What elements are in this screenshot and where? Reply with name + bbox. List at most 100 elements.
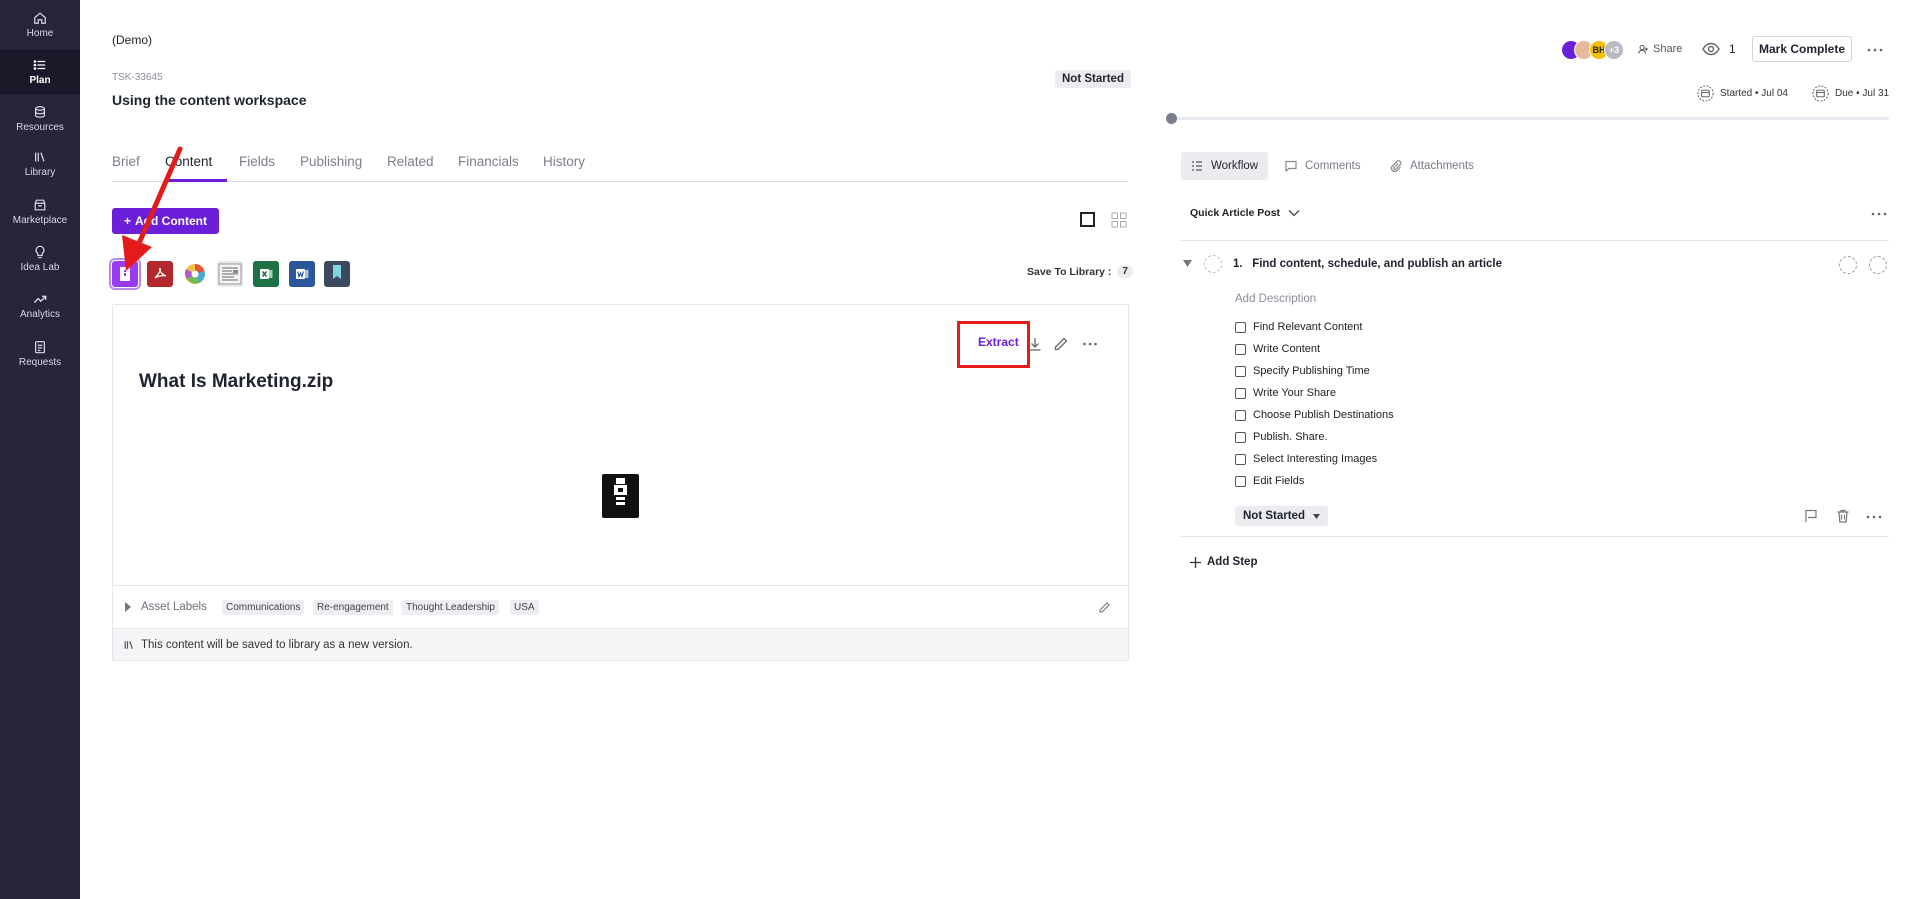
edit-pencil-icon[interactable] [1053, 336, 1069, 352]
tab-financials[interactable]: Financials [458, 154, 519, 169]
word-icon [296, 269, 309, 279]
nav-requests-label: Requests [18, 357, 62, 368]
caret-right-icon[interactable] [124, 602, 132, 612]
pdf-icon [154, 267, 167, 279]
workflow-more-icon[interactable] [1871, 212, 1887, 216]
checkbox[interactable] [1235, 365, 1246, 377]
task-id: TSK-33645 [112, 72, 163, 83]
user-share-icon [1638, 44, 1648, 54]
checklist-item-label: Publish. Share. [1253, 431, 1328, 443]
checkbox[interactable] [1235, 343, 1246, 355]
tab-brief[interactable]: Brief [112, 154, 140, 169]
step-calendar-icon[interactable] [1839, 256, 1857, 274]
save-to-library[interactable]: Save To Library : 7 [1027, 265, 1133, 278]
asset-thumb-color-wheel[interactable] [182, 261, 208, 287]
status-badge[interactable]: Not Started [1055, 70, 1131, 88]
nav-home[interactable]: Home [0, 3, 80, 47]
collaborator-avatars[interactable]: BH +3 [1561, 40, 1633, 60]
tab-content[interactable]: Content [165, 154, 212, 169]
asset-thumb-word[interactable] [289, 261, 315, 287]
watch-eye-icon[interactable] [1702, 42, 1720, 56]
asset-thumb-excel[interactable] [253, 261, 279, 287]
grid-view-icon[interactable] [1111, 212, 1127, 228]
caret-down-icon[interactable] [1183, 260, 1192, 267]
step-complete-toggle[interactable] [1204, 255, 1222, 273]
nav-requests[interactable]: Requests [0, 332, 80, 376]
checkbox[interactable] [1235, 431, 1246, 443]
step-status-dropdown[interactable]: Not Started [1235, 506, 1328, 526]
more-options-icon[interactable] [1867, 48, 1883, 52]
trend-icon [33, 295, 47, 303]
zip-file-icon [120, 267, 130, 281]
tab-fields[interactable]: Fields [239, 154, 275, 169]
step-status-label: Not Started [1243, 510, 1305, 522]
nav-plan[interactable]: Plan [0, 50, 80, 94]
add-description[interactable]: Add Description [1235, 293, 1316, 305]
timeline-handle[interactable] [1166, 113, 1177, 124]
download-icon[interactable] [1027, 336, 1043, 352]
checklist-item[interactable]: Write Content [1235, 342, 1320, 356]
nav-resources[interactable]: Resources [0, 97, 80, 141]
asset-thumb-zip[interactable] [109, 258, 141, 290]
workflow-name: Quick Article Post [1190, 207, 1281, 219]
label-chip: Communications [222, 600, 305, 615]
tab-attachments[interactable]: Attachments [1380, 152, 1484, 180]
asset-thumb-bookmark[interactable] [324, 261, 350, 287]
tab-comments[interactable]: Comments [1275, 152, 1371, 180]
step-assignee-icon[interactable] [1869, 256, 1887, 274]
step-title-text: Find content, schedule, and publish an a… [1252, 258, 1503, 270]
checkbox[interactable] [1235, 387, 1246, 399]
checkbox[interactable] [1235, 409, 1246, 421]
nav-analytics[interactable]: Analytics [0, 284, 80, 328]
share-button[interactable]: Share [1638, 43, 1682, 55]
checklist-item-label: Choose Publish Destinations [1253, 409, 1394, 421]
start-date[interactable]: Started • Jul 04 [1697, 85, 1788, 102]
mark-complete-button[interactable]: Mark Complete [1752, 36, 1852, 62]
more-options-icon[interactable] [1082, 336, 1098, 352]
add-step-label: Add Step [1207, 556, 1258, 568]
workflow-template-select[interactable]: Quick Article Post [1190, 207, 1300, 219]
bookmark-icon [333, 265, 341, 279]
tab-related[interactable]: Related [387, 154, 434, 169]
checklist-item[interactable]: Find Relevant Content [1235, 320, 1362, 334]
tab-history[interactable]: History [543, 154, 585, 169]
asset-thumb-pdf[interactable] [147, 261, 173, 287]
comment-flag-icon[interactable] [1804, 509, 1818, 523]
checklist-item[interactable]: Specify Publishing Time [1235, 364, 1370, 378]
asset-thumb-newspaper[interactable] [217, 261, 243, 287]
trash-icon[interactable] [1836, 509, 1850, 523]
checklist-item[interactable]: Edit Fields [1235, 474, 1304, 488]
nav-analytics-label: Analytics [19, 309, 60, 320]
checklist-item[interactable]: Write Your Share [1235, 386, 1336, 400]
nav-resources-label: Resources [16, 122, 64, 133]
tab-publishing[interactable]: Publishing [300, 154, 362, 169]
checklist-item[interactable]: Publish. Share. [1235, 430, 1328, 444]
checkbox[interactable] [1235, 475, 1246, 487]
timeline-track [1172, 117, 1889, 120]
nav-idea-lab[interactable]: Idea Lab [0, 237, 80, 281]
excel-icon [260, 269, 273, 279]
checklist-item-label: Write Content [1253, 343, 1321, 355]
add-content-label: Add Content [135, 214, 207, 228]
checkbox[interactable] [1235, 453, 1246, 465]
checkbox[interactable] [1235, 321, 1246, 333]
checklist-item-label: Select Interesting Images [1253, 453, 1378, 465]
nav-marketplace[interactable]: Marketplace [0, 190, 80, 234]
tab-comments-label: Comments [1305, 160, 1361, 172]
edit-labels-icon[interactable] [1098, 601, 1111, 614]
home-icon [34, 12, 46, 24]
save-to-library-label: Save To Library : [1027, 265, 1112, 278]
nav-library[interactable]: Library [0, 142, 80, 186]
single-view-toggle[interactable] [1080, 212, 1095, 227]
due-date[interactable]: Due • Jul 31 [1812, 85, 1889, 102]
step-more-icon[interactable] [1866, 515, 1882, 519]
page-title: Using the content workspace [112, 92, 307, 108]
add-content-button[interactable]: + Add Content [112, 208, 219, 234]
tab-workflow[interactable]: Workflow [1181, 152, 1269, 180]
add-step-button[interactable]: Add Step [1190, 556, 1257, 568]
nav-idea-lab-label: Idea Lab [20, 262, 60, 273]
newspaper-icon [218, 263, 242, 285]
checklist-item[interactable]: Choose Publish Destinations [1235, 408, 1394, 422]
share-label: Share [1653, 43, 1683, 55]
checklist-item[interactable]: Select Interesting Images [1235, 452, 1377, 466]
